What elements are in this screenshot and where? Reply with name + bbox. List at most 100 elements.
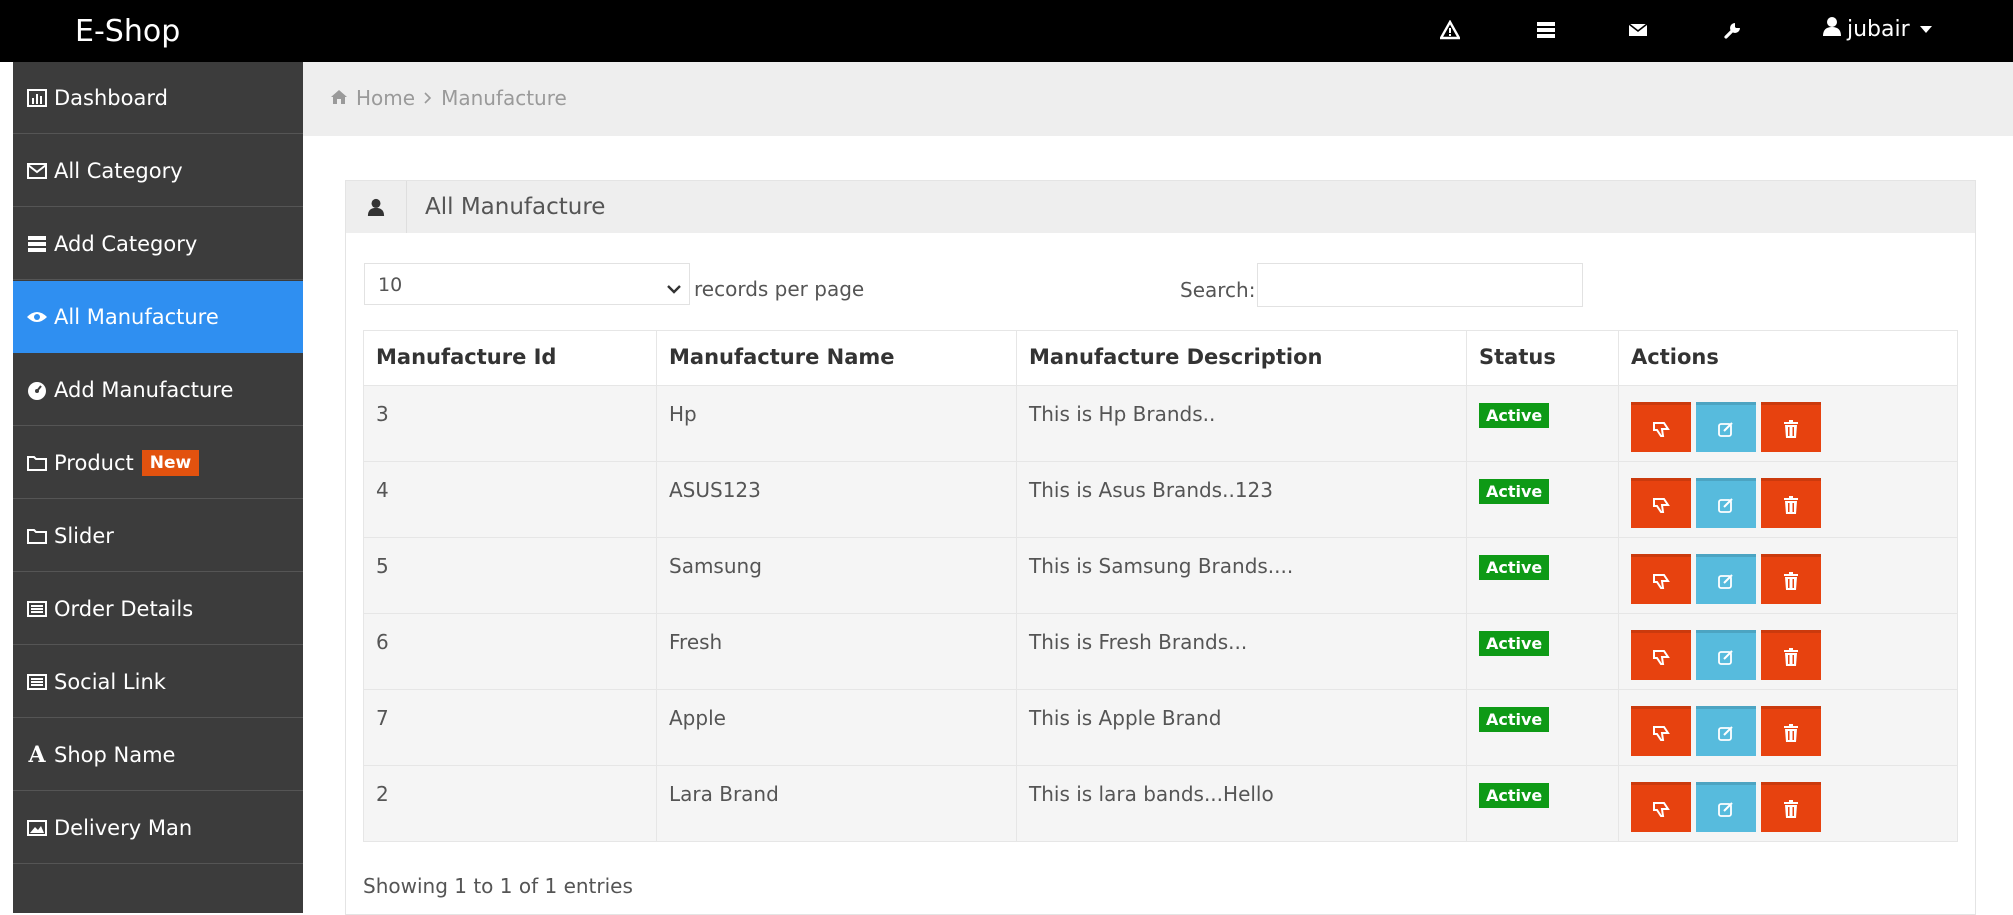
actions-cell — [1618, 461, 1958, 538]
edit-icon — [1718, 725, 1733, 741]
column-header[interactable]: Actions — [1618, 330, 1958, 386]
trash-icon — [1784, 571, 1798, 590]
status-badge: Active — [1479, 707, 1550, 732]
column-header[interactable]: Manufacture Id — [363, 330, 657, 386]
search-input[interactable] — [1257, 263, 1583, 307]
deactivate-button[interactable] — [1631, 402, 1691, 452]
sidebar-item-label: Product — [54, 450, 134, 475]
sidebar-item-social-link[interactable]: Social Link — [13, 646, 303, 718]
sidebar-item-delivery-man[interactable]: Delivery Man — [13, 792, 303, 864]
page-length-select[interactable]: 10 — [364, 263, 690, 305]
table-header-row: Manufacture Id Manufacture Name Manufact… — [363, 330, 1958, 386]
manufacture-name: Samsung — [656, 537, 1017, 614]
table-row: 6 Fresh This is Fresh Brands... Active — [363, 613, 1958, 690]
new-badge: New — [141, 449, 200, 476]
panel-header: All Manufacture — [346, 181, 1975, 233]
panel-title: All Manufacture — [425, 194, 606, 220]
sidebar-item-product[interactable]: Product New — [13, 427, 303, 499]
manufacture-table: Manufacture Id Manufacture Name Manufact… — [363, 330, 1958, 842]
status-cell: Active — [1466, 461, 1619, 538]
edit-icon — [1718, 497, 1733, 513]
delete-button[interactable] — [1761, 478, 1821, 528]
table-row: 7 Apple This is Apple Brand Active — [363, 689, 1958, 766]
list-icon — [26, 598, 48, 620]
sidebar-item-all-category[interactable]: All Category — [13, 135, 303, 207]
edit-button[interactable] — [1696, 706, 1756, 756]
manufacture-description: This is lara bands...Hello — [1016, 765, 1467, 842]
column-header[interactable]: Status — [1466, 330, 1619, 386]
warning-icon[interactable] — [1437, 17, 1463, 43]
table-row: 5 Samsung This is Samsung Brands.... Act… — [363, 537, 1958, 614]
thumbs-down-icon — [1653, 649, 1670, 665]
breadcrumb-current[interactable]: Manufacture — [441, 86, 567, 110]
breadcrumb-home[interactable]: Home — [356, 86, 415, 110]
manufacture-id: 7 — [363, 689, 657, 766]
actions-cell — [1618, 613, 1958, 690]
trash-icon — [1784, 799, 1798, 818]
tasks-icon[interactable] — [1533, 17, 1559, 43]
column-header[interactable]: Manufacture Name — [656, 330, 1017, 386]
delete-button[interactable] — [1761, 402, 1821, 452]
status-badge: Active — [1479, 555, 1550, 580]
edit-button[interactable] — [1696, 554, 1756, 604]
column-header[interactable]: Manufacture Description — [1016, 330, 1467, 386]
sidebar-item-shop-name[interactable]: A Shop Name — [13, 719, 303, 791]
delete-button[interactable] — [1761, 782, 1821, 832]
table-row: 4 ASUS123 This is Asus Brands..123 Activ… — [363, 461, 1958, 538]
edit-icon — [1718, 801, 1733, 817]
sidebar-item-add-category[interactable]: Add Category — [13, 208, 303, 280]
deactivate-button[interactable] — [1631, 706, 1691, 756]
edit-button[interactable] — [1696, 478, 1756, 528]
manufacture-panel: All Manufacture 10 records per page Sear… — [345, 180, 1976, 915]
sidebar-item-label: Add Category — [54, 231, 198, 256]
status-badge: Active — [1479, 479, 1550, 504]
status-cell: Active — [1466, 537, 1619, 614]
sidebar-item-label: All Category — [54, 158, 183, 183]
actions-cell — [1618, 537, 1958, 614]
manufacture-name: Fresh — [656, 613, 1017, 690]
user-icon — [1823, 16, 1841, 42]
folder-icon — [26, 525, 48, 547]
manufacture-id: 5 — [363, 537, 657, 614]
manufacture-description: This is Hp Brands.. — [1016, 385, 1467, 462]
deactivate-button[interactable] — [1631, 630, 1691, 680]
manufacture-id: 2 — [363, 765, 657, 842]
manufacture-name: Lara Brand — [656, 765, 1017, 842]
user-menu[interactable]: jubair — [1823, 16, 1932, 42]
trash-icon — [1784, 419, 1798, 438]
edit-icon — [1718, 421, 1733, 437]
records-per-page-label: records per page — [694, 277, 865, 301]
sidebar-item-order-details[interactable]: Order Details — [13, 573, 303, 645]
edit-button[interactable] — [1696, 402, 1756, 452]
brand[interactable]: E-Shop — [13, 0, 303, 62]
manufacture-id: 4 — [363, 461, 657, 538]
deactivate-button[interactable] — [1631, 478, 1691, 528]
sidebar-item-add-manufacture[interactable]: Add Manufacture — [13, 354, 303, 426]
actions-cell — [1618, 385, 1958, 462]
status-cell: Active — [1466, 689, 1619, 766]
delete-button[interactable] — [1761, 630, 1821, 680]
user-name[interactable]: jubair — [1847, 17, 1910, 42]
status-cell: Active — [1466, 765, 1619, 842]
sidebar-item-label: Shop Name — [54, 742, 176, 767]
brand-name[interactable]: E-Shop — [75, 14, 180, 49]
sidebar-item-all-manufacture[interactable]: All Manufacture — [13, 281, 303, 353]
deactivate-button[interactable] — [1631, 554, 1691, 604]
sidebar-item-slider[interactable]: Slider — [13, 500, 303, 572]
eye-icon — [26, 306, 48, 328]
edit-button[interactable] — [1696, 782, 1756, 832]
wrench-icon[interactable] — [1720, 17, 1746, 43]
breadcrumb-separator-icon — [423, 86, 433, 110]
sidebar: Dashboard All Category Add Category All … — [13, 62, 303, 913]
page-length-value: 10 — [378, 274, 403, 296]
caret-down-icon — [1919, 25, 1932, 33]
delete-button[interactable] — [1761, 554, 1821, 604]
dashboard-icon — [26, 379, 48, 401]
delete-button[interactable] — [1761, 706, 1821, 756]
sidebar-item-dashboard[interactable]: Dashboard — [13, 62, 303, 134]
deactivate-button[interactable] — [1631, 782, 1691, 832]
manufacture-name: ASUS123 — [656, 461, 1017, 538]
envelope-icon[interactable] — [1625, 17, 1651, 43]
sidebar-item-label: Social Link — [54, 669, 166, 694]
edit-button[interactable] — [1696, 630, 1756, 680]
